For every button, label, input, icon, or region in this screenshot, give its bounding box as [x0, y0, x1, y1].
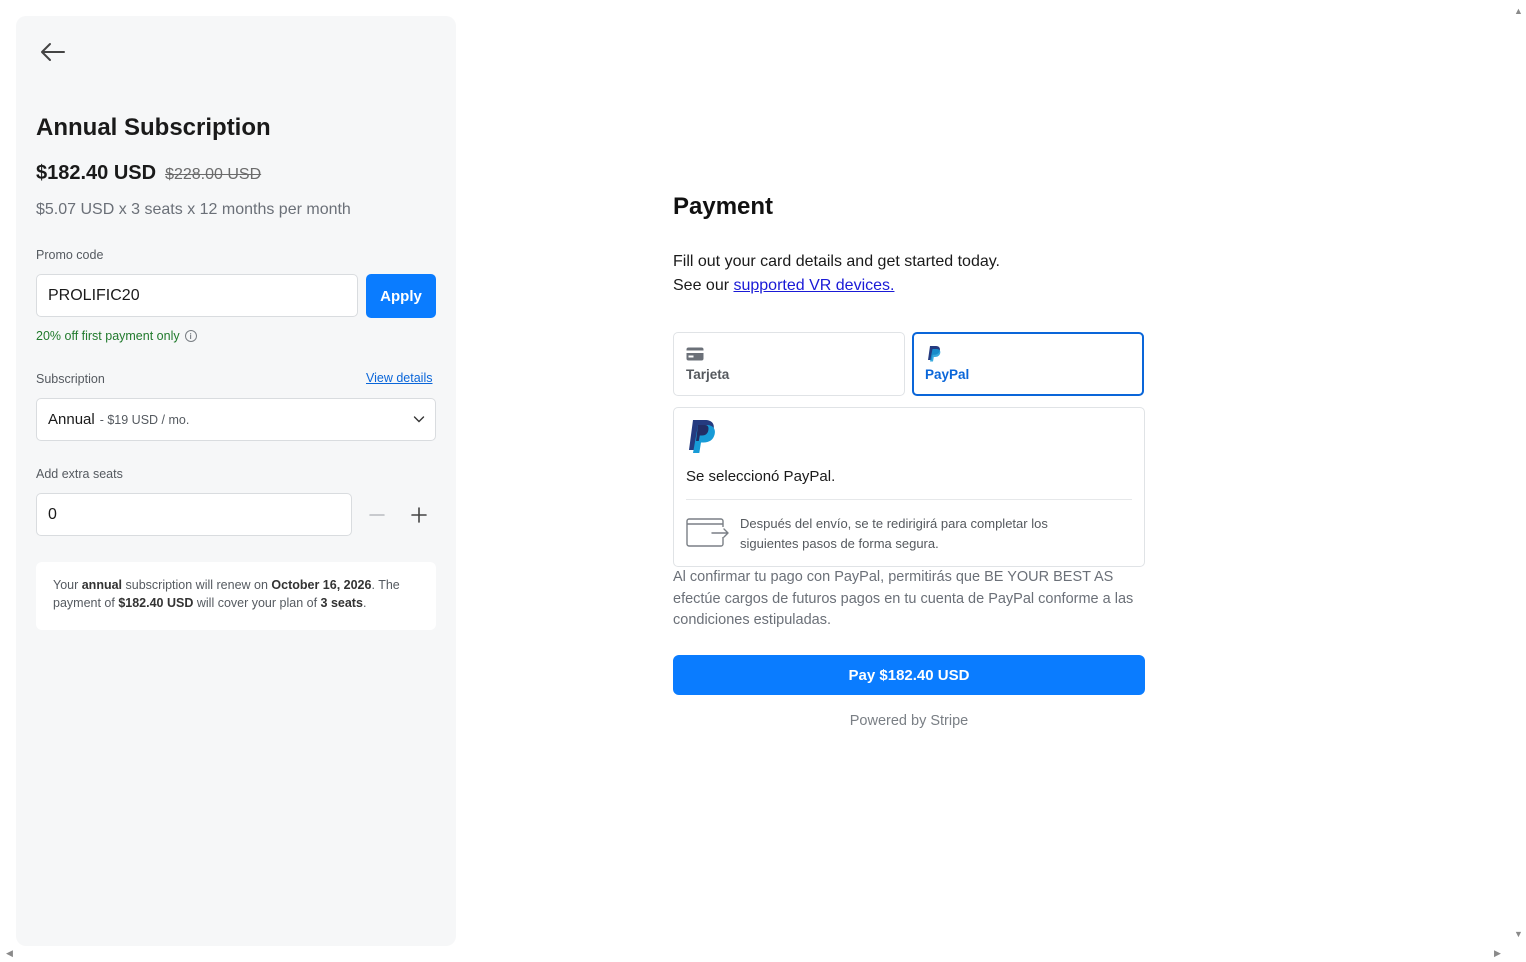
plan-title: Annual Subscription — [36, 114, 271, 141]
tab-card[interactable]: Tarjeta — [673, 332, 905, 396]
paypal-consent-text: Al confirmar tu pago con PayPal, permiti… — [673, 569, 1134, 628]
discounted-price: $182.40 USD — [36, 162, 157, 184]
increment-seats-button[interactable] — [409, 505, 429, 525]
tab-paypal[interactable]: PayPal — [912, 332, 1144, 396]
chevron-down-icon — [413, 416, 425, 423]
tab-paypal-label: PayPal — [925, 367, 970, 382]
renewal-plan: annual — [81, 578, 123, 592]
promo-code-label: Promo code — [36, 248, 104, 262]
scroll-left-arrow[interactable]: ◀ — [6, 948, 13, 959]
paypal-icon — [928, 346, 941, 362]
view-details-link[interactable]: View details — [366, 371, 432, 385]
renewal-amount: $182.40 USD — [118, 596, 194, 610]
renewal-date: October 16, 2026 — [271, 578, 372, 592]
subscription-select[interactable]: Annual - $19 USD / mo. — [36, 398, 436, 441]
paypal-logo-icon — [689, 420, 715, 453]
redirect-icon — [686, 518, 729, 547]
scroll-up-arrow[interactable]: ▲ — [1514, 6, 1523, 16]
extra-seats-label: Add extra seats — [36, 467, 123, 481]
minus-icon — [369, 514, 385, 516]
subscription-label: Subscription — [36, 372, 105, 386]
plus-icon — [411, 507, 427, 523]
payment-desc-line: See our supported VR devices. — [673, 274, 1000, 298]
original-price: $228.00 USD — [165, 166, 262, 183]
paypal-panel: Se seleccionó PayPal. Después del envío,… — [673, 407, 1145, 567]
payment-desc-prefix: See our — [673, 277, 734, 294]
subscription-selected-price: - $19 USD / mo. — [99, 412, 190, 427]
back-button[interactable] — [38, 40, 68, 64]
info-icon[interactable]: i — [184, 330, 197, 342]
renewal-text: will cover your plan of — [193, 596, 321, 610]
renewal-text: Your — [53, 578, 82, 592]
tab-card-label: Tarjeta — [686, 367, 730, 382]
price-breakdown: $5.07 USD x 3 seats x 12 months per mont… — [36, 201, 351, 218]
subscription-selected-value: Annual — [48, 411, 95, 428]
order-summary-panel: Annual Subscription $182.40 USD $228.00 … — [16, 16, 456, 946]
pay-button[interactable]: Pay $182.40 USD — [673, 655, 1145, 695]
payment-description: Fill out your card details and get start… — [673, 250, 1000, 298]
payment-desc-line: Fill out your card details and get start… — [673, 253, 1000, 270]
arrow-left-icon — [41, 43, 65, 61]
card-icon — [686, 347, 704, 361]
apply-promo-button[interactable]: Apply — [366, 274, 436, 318]
renewal-summary: Your annual subscription will renew on O… — [36, 562, 436, 630]
powered-by-stripe: Powered by Stripe — [849, 713, 969, 729]
paypal-selected-text: Se seleccionó PayPal. — [686, 468, 836, 485]
promo-note-text: 20% off first payment only — [36, 329, 180, 343]
supported-devices-link[interactable]: supported VR devices. — [733, 277, 894, 294]
scroll-right-arrow[interactable]: ▶ — [1494, 948, 1501, 959]
extra-seats-input[interactable]: 0 — [36, 493, 352, 536]
price-row: $182.40 USD $228.00 USD — [36, 162, 261, 185]
renewal-text: . — [362, 596, 367, 610]
payment-title: Payment — [673, 193, 774, 220]
promo-note: 20% off first payment only i — [36, 329, 197, 343]
divider — [686, 499, 1132, 500]
paypal-redirect-text: Después del envío, se te redirigirá para… — [740, 516, 1048, 551]
renewal-text: subscription will renew on — [122, 578, 272, 592]
promo-code-input[interactable]: PROLIFIC20 — [36, 274, 358, 317]
scroll-down-arrow[interactable]: ▼ — [1514, 929, 1523, 939]
renewal-seats: 3 seats — [320, 596, 363, 610]
decrement-seats-button[interactable] — [367, 505, 387, 525]
